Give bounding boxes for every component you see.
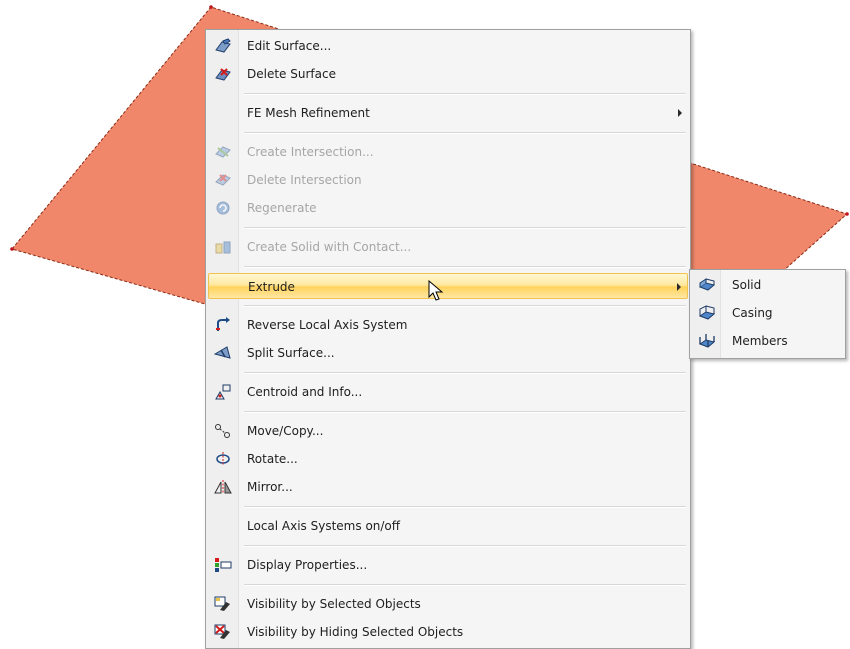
mouse-cursor-icon <box>428 280 444 301</box>
menu-item-display-properties[interactable]: Display Properties... <box>208 552 688 578</box>
submenu-arrow-icon <box>677 283 681 291</box>
menu-separator <box>244 584 686 586</box>
move-copy-icon <box>214 423 232 439</box>
context-menu: Edit Surface... Delete Surface FE Mesh R… <box>205 29 691 649</box>
menu-separator <box>244 93 686 95</box>
menu-separator <box>244 132 686 134</box>
extrude-solid-icon <box>698 277 716 293</box>
delete-intersection-icon <box>214 172 232 188</box>
menu-item-extrude[interactable]: Extrude <box>208 273 688 299</box>
split-surface-icon <box>214 345 232 361</box>
menu-item-centroid-info[interactable]: Centroid and Info... <box>208 379 688 405</box>
menu-item-local-axis-toggle[interactable]: Local Axis Systems on/off <box>208 513 688 539</box>
visibility-selected-icon <box>214 596 232 612</box>
menu-item-split-surface[interactable]: Split Surface... <box>208 340 688 366</box>
menu-item-edit-surface[interactable]: Edit Surface... <box>208 33 688 59</box>
menu-item-delete-surface[interactable]: Delete Surface <box>208 61 688 87</box>
menu-item-rotate[interactable]: Rotate... <box>208 446 688 472</box>
menu-separator <box>244 305 686 307</box>
menu-item-reverse-local-axis[interactable]: Reverse Local Axis System <box>208 312 688 338</box>
menu-item-regenerate[interactable]: Regenerate <box>208 195 688 221</box>
menu-item-delete-intersection[interactable]: Delete Intersection <box>208 167 688 193</box>
menu-item-fe-mesh-refinement[interactable]: FE Mesh Refinement <box>208 100 688 126</box>
edit-surface-icon <box>214 38 232 54</box>
extrude-members-icon <box>698 333 716 349</box>
menu-item-visibility-hiding[interactable]: Visibility by Hiding Selected Objects <box>208 619 688 645</box>
menu-separator <box>244 506 686 508</box>
menu-separator <box>244 227 686 229</box>
menu-item-create-solid-contact[interactable]: Create Solid with Contact... <box>208 234 688 260</box>
submenu-item-casing[interactable]: Casing <box>692 300 843 326</box>
rotate-icon <box>214 451 232 467</box>
menu-item-move-copy[interactable]: Move/Copy... <box>208 418 688 444</box>
mirror-icon <box>214 479 232 495</box>
menu-separator <box>244 266 686 268</box>
submenu-item-members[interactable]: Members <box>692 328 843 354</box>
create-solid-contact-icon <box>214 239 232 255</box>
surface-node[interactable] <box>209 5 213 9</box>
submenu-item-solid[interactable]: Solid <box>692 272 843 298</box>
extrude-submenu: Solid Casing Members <box>689 269 846 359</box>
regenerate-icon <box>214 200 232 216</box>
extrude-casing-icon <box>698 305 716 321</box>
submenu-arrow-icon <box>678 109 682 117</box>
display-properties-icon <box>214 557 232 573</box>
visibility-hiding-icon <box>214 624 232 640</box>
surface-node[interactable] <box>845 212 849 216</box>
centroid-info-icon <box>214 384 232 400</box>
surface-node[interactable] <box>10 247 14 251</box>
menu-separator <box>244 411 686 413</box>
menu-item-create-intersection[interactable]: Create Intersection... <box>208 139 688 165</box>
menu-separator <box>244 372 686 374</box>
delete-surface-icon <box>214 66 232 82</box>
menu-separator <box>244 545 686 547</box>
create-intersection-icon <box>214 144 232 160</box>
reverse-axis-icon <box>214 317 232 333</box>
menu-item-mirror[interactable]: Mirror... <box>208 474 688 500</box>
menu-item-visibility-selected[interactable]: Visibility by Selected Objects <box>208 591 688 617</box>
